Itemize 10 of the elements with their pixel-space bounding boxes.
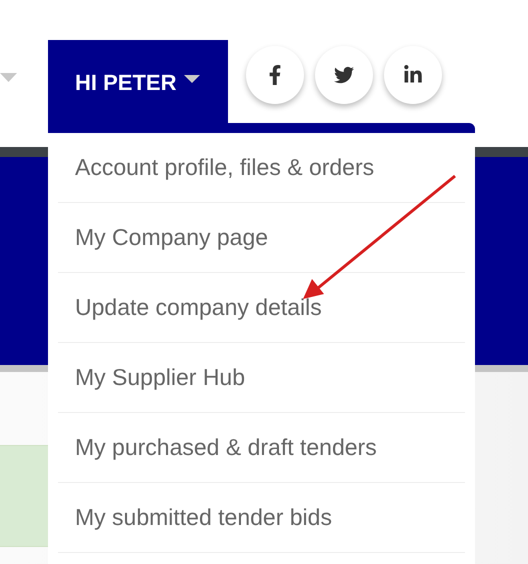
menu-item[interactable]: My Supplier Hub [58,343,465,413]
menu-item[interactable]: My submitted tender bids [58,483,465,553]
linkedin-icon [403,65,423,85]
menu-item[interactable]: Account profile, files & orders [58,133,465,203]
caret-icon [184,75,200,83]
menu-item[interactable]: My purchased & draft tenders [58,413,465,483]
menu-item[interactable]: My Company page [58,203,465,273]
caret-icon [0,73,17,82]
bird-icon [334,65,354,85]
account-menu-button[interactable]: HI PETER [48,40,228,133]
